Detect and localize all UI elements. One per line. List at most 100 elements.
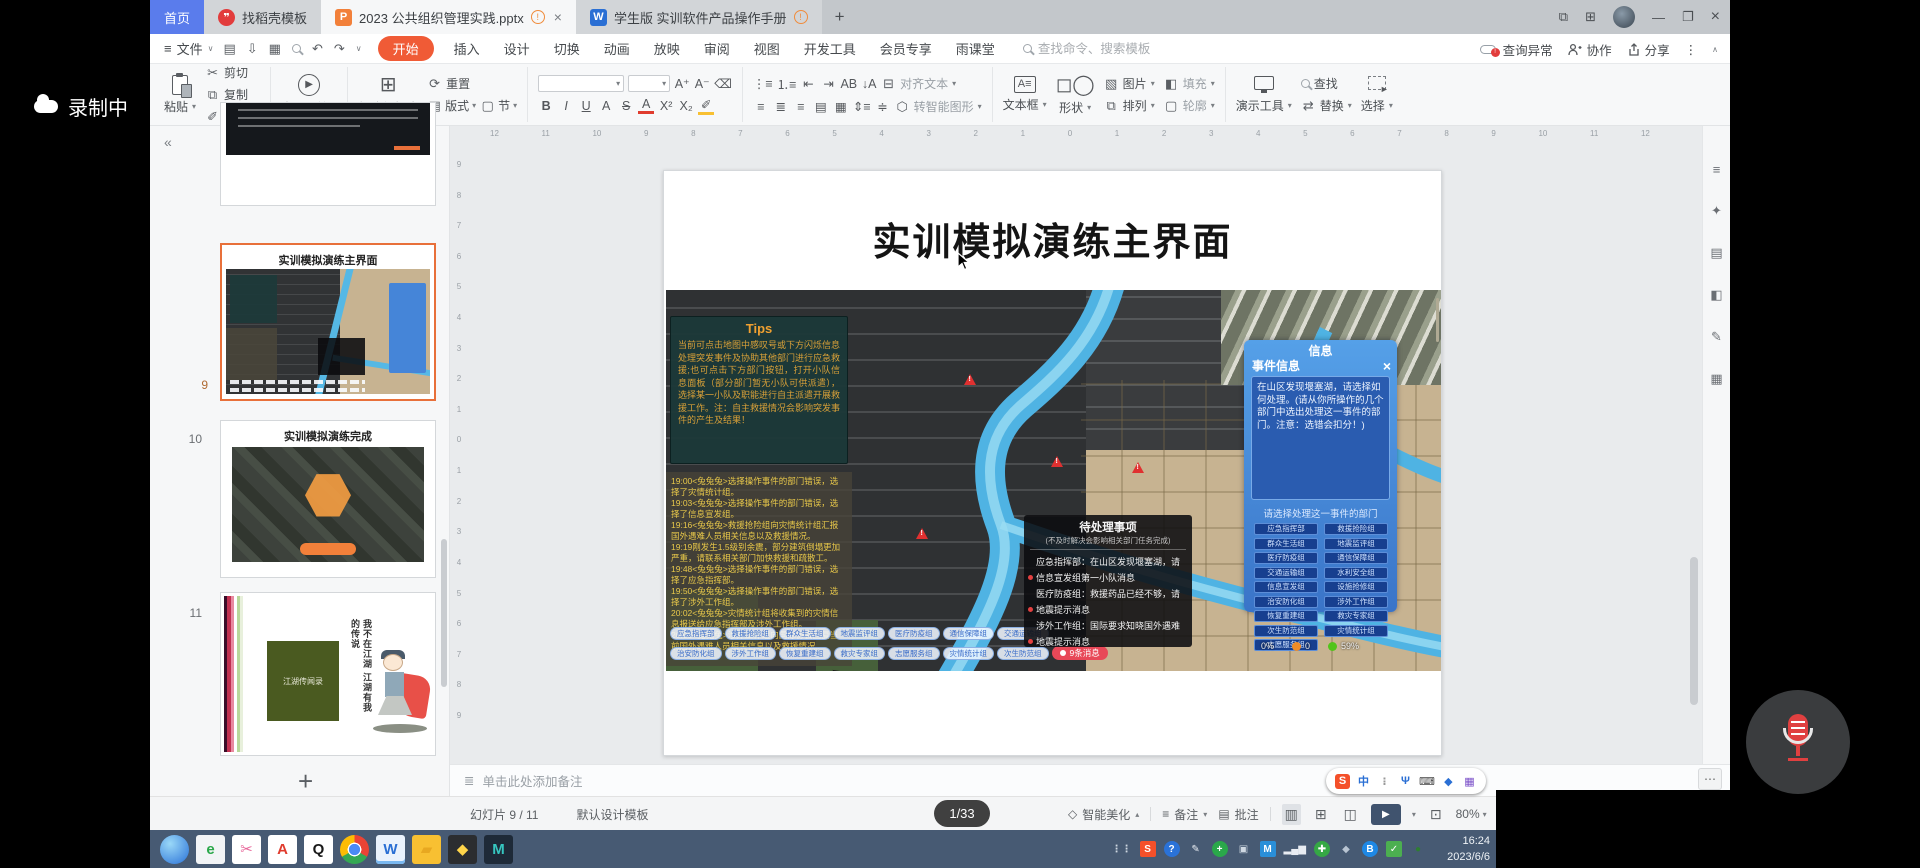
department-button[interactable]: 救援抢险组 (1324, 523, 1388, 535)
ribbon-tab[interactable]: 切换 (554, 39, 580, 58)
numbering-button[interactable]: ⒈≡ (777, 74, 797, 93)
annotate-rail-icon[interactable]: ✎ (1711, 329, 1722, 345)
slide-thumbnail-10[interactable]: 实训模拟演练完成 (220, 420, 436, 578)
layout-rail-icon[interactable]: ▤ (1710, 245, 1722, 261)
collapse-ribbon-icon[interactable]: ∧ (1712, 45, 1718, 54)
minimize-button[interactable]: — (1652, 10, 1665, 25)
leaf-tray-icon[interactable]: ● (1410, 841, 1426, 857)
reading-view-button[interactable]: ◫ (1341, 804, 1360, 825)
font-name-select[interactable]: ▾ (538, 75, 624, 92)
browser-icon[interactable] (160, 835, 189, 864)
ribbon-tab[interactable]: 放映 (654, 39, 680, 58)
highlight-button[interactable]: ✐ (698, 97, 714, 115)
alert-marker-icon[interactable] (916, 528, 928, 539)
bluetooth-icon[interactable]: B (1362, 841, 1378, 857)
department-button[interactable]: 水利安全组 (1324, 567, 1388, 579)
selection-rail-icon[interactable]: ▦ (1710, 371, 1722, 387)
tab-document-pptx[interactable]: P 2023 公共组织管理实践.pptx ! × (321, 0, 576, 34)
lanhu-tray-icon[interactable]: M (1260, 841, 1276, 857)
department-button[interactable]: 群众生活组 (1254, 538, 1318, 550)
bullets-button[interactable]: ⋮≡ (753, 76, 773, 91)
arrange-button[interactable]: ⧉排列▾ (1104, 97, 1155, 114)
decrease-font-icon[interactable]: A⁻ (694, 76, 710, 91)
ribbon-tab[interactable]: 设计 (504, 39, 530, 58)
ribbon-tab[interactable]: 开发工具 (804, 39, 856, 58)
to-smartart-button[interactable]: ⬡转智能图形▾ (895, 98, 982, 115)
reset-button[interactable]: ⟳重置 (427, 75, 517, 92)
ribbon-tab[interactable]: 会员专享 (880, 39, 932, 58)
beautify-rail-icon[interactable]: ✦ (1711, 203, 1722, 219)
more-commands-icon[interactable]: ∨ (356, 44, 362, 53)
department-button[interactable]: 医疗防疫组 (1254, 552, 1318, 564)
pen-tray-icon[interactable]: ✎ (1188, 841, 1204, 857)
file-menu[interactable]: ≡文件∨ (164, 39, 213, 58)
skin-grid-icon[interactable]: ▦ (1462, 774, 1477, 789)
line-spacing-button[interactable]: ⇕≡ (853, 99, 871, 114)
find-button[interactable]: 查找 (1301, 75, 1352, 92)
department-pill[interactable]: 医疗防疫组 (888, 627, 940, 640)
punctuation-icon[interactable]: ⁝ (1377, 774, 1392, 789)
shield-tray-icon[interactable]: ✓ (1386, 841, 1402, 857)
collaborate-button[interactable]: 协作 (1568, 40, 1612, 59)
zoom-level-button[interactable]: 80%▾ (1456, 807, 1487, 821)
paste-button[interactable]: 粘贴▾ (164, 75, 196, 115)
department-pill[interactable]: 涉外工作组 (725, 647, 777, 660)
undo-icon[interactable]: ↶ (312, 41, 323, 57)
slide-thumbnail-8[interactable] (220, 102, 436, 206)
ribbon-tab[interactable]: 插入 (454, 39, 480, 58)
preview-icon[interactable] (292, 44, 301, 53)
align-left-button[interactable]: ≡ (753, 100, 769, 114)
slide-canvas[interactable]: 实训模拟演练主界面 (663, 170, 1442, 756)
department-button[interactable]: 交通运输组 (1254, 567, 1318, 579)
fit-to-window-button[interactable]: ⊡ (1427, 804, 1445, 825)
strikethrough-button[interactable]: S (618, 99, 634, 113)
department-button[interactable]: 救灾专家组 (1324, 610, 1388, 622)
folder-icon[interactable]: ▰ (412, 835, 441, 864)
superscript-button[interactable]: X² (658, 99, 674, 113)
department-pill[interactable]: 通信保障组 (943, 627, 995, 640)
ie-browser-icon[interactable]: e (196, 835, 225, 864)
play-options-icon[interactable]: ▾ (1412, 810, 1416, 819)
pending-item[interactable]: 地震提示消息 (1028, 601, 1188, 617)
department-pill[interactable]: 群众生活组 (779, 627, 831, 640)
slide-thumbnail-9[interactable]: 实训模拟演练主界面 (220, 243, 436, 401)
textbox-button[interactable]: A≡文本框▾ (1003, 76, 1047, 113)
new-tab-button[interactable]: + (822, 0, 858, 34)
copy-button[interactable]: ⧉复制 (205, 86, 260, 103)
slide-title[interactable]: 实训模拟演练主界面 (664, 211, 1441, 266)
close-window-button[interactable]: × (1711, 8, 1720, 26)
cut-button[interactable]: ✂剪切 (205, 64, 260, 81)
vertical-text-button[interactable]: ↓A (861, 77, 877, 91)
distribute-button[interactable]: ▦ (833, 99, 849, 114)
close-panel-icon[interactable]: × (1383, 360, 1391, 372)
hidden-icons-grip[interactable]: ⋮⋮ (1112, 841, 1132, 857)
format-rail-icon[interactable]: ≡ (1713, 162, 1721, 177)
pending-item[interactable]: 应急指挥部：在山区发现堰塞湖，请 (1028, 553, 1188, 569)
print-icon[interactable]: ▦ (269, 41, 281, 57)
voice-input-icon[interactable]: Ψ (1398, 774, 1413, 789)
slide-sorter-view-button[interactable]: ⊞ (1312, 804, 1330, 825)
more-menu-icon[interactable]: ⋮ (1685, 42, 1698, 57)
save-icon[interactable]: ▤ (223, 41, 235, 57)
shapes-button[interactable]: ◻◯形状▾ (1056, 74, 1095, 116)
font-color-button[interactable]: A (638, 97, 654, 114)
align-center-button[interactable]: ≣ (773, 99, 789, 114)
tab-home[interactable]: 首页 (150, 0, 204, 34)
outdent-button[interactable]: ⇤ (800, 76, 816, 91)
department-button[interactable]: 次生防范组 (1254, 625, 1318, 637)
microphone-button[interactable] (1746, 690, 1850, 794)
keyboard-icon[interactable]: ⌨ (1419, 774, 1435, 789)
pending-item[interactable]: 涉外工作组：国际要求知晓国外遇难 (1028, 617, 1188, 633)
department-pill[interactable]: 救援抢险组 (725, 627, 777, 640)
pdf-reader-icon[interactable]: A (268, 835, 297, 864)
export-icon[interactable]: ⇩ (247, 41, 258, 57)
tab-manual-doc[interactable]: W 学生版 实训软件产品操作手册 ! (576, 0, 822, 34)
align-text-button[interactable]: ⊟对齐文本▾ (881, 75, 956, 92)
chinese-mode-icon[interactable]: 中 (1356, 774, 1371, 789)
user-avatar[interactable] (1613, 6, 1635, 28)
sogou-logo-icon[interactable]: S (1335, 774, 1350, 789)
department-pill[interactable]: 恢复重建组 (779, 647, 831, 660)
network-signal-icon[interactable]: ▂▄▆ (1284, 841, 1306, 857)
add-slide-button[interactable]: + (298, 770, 313, 792)
department-pill[interactable]: 地震监评组 (834, 627, 886, 640)
